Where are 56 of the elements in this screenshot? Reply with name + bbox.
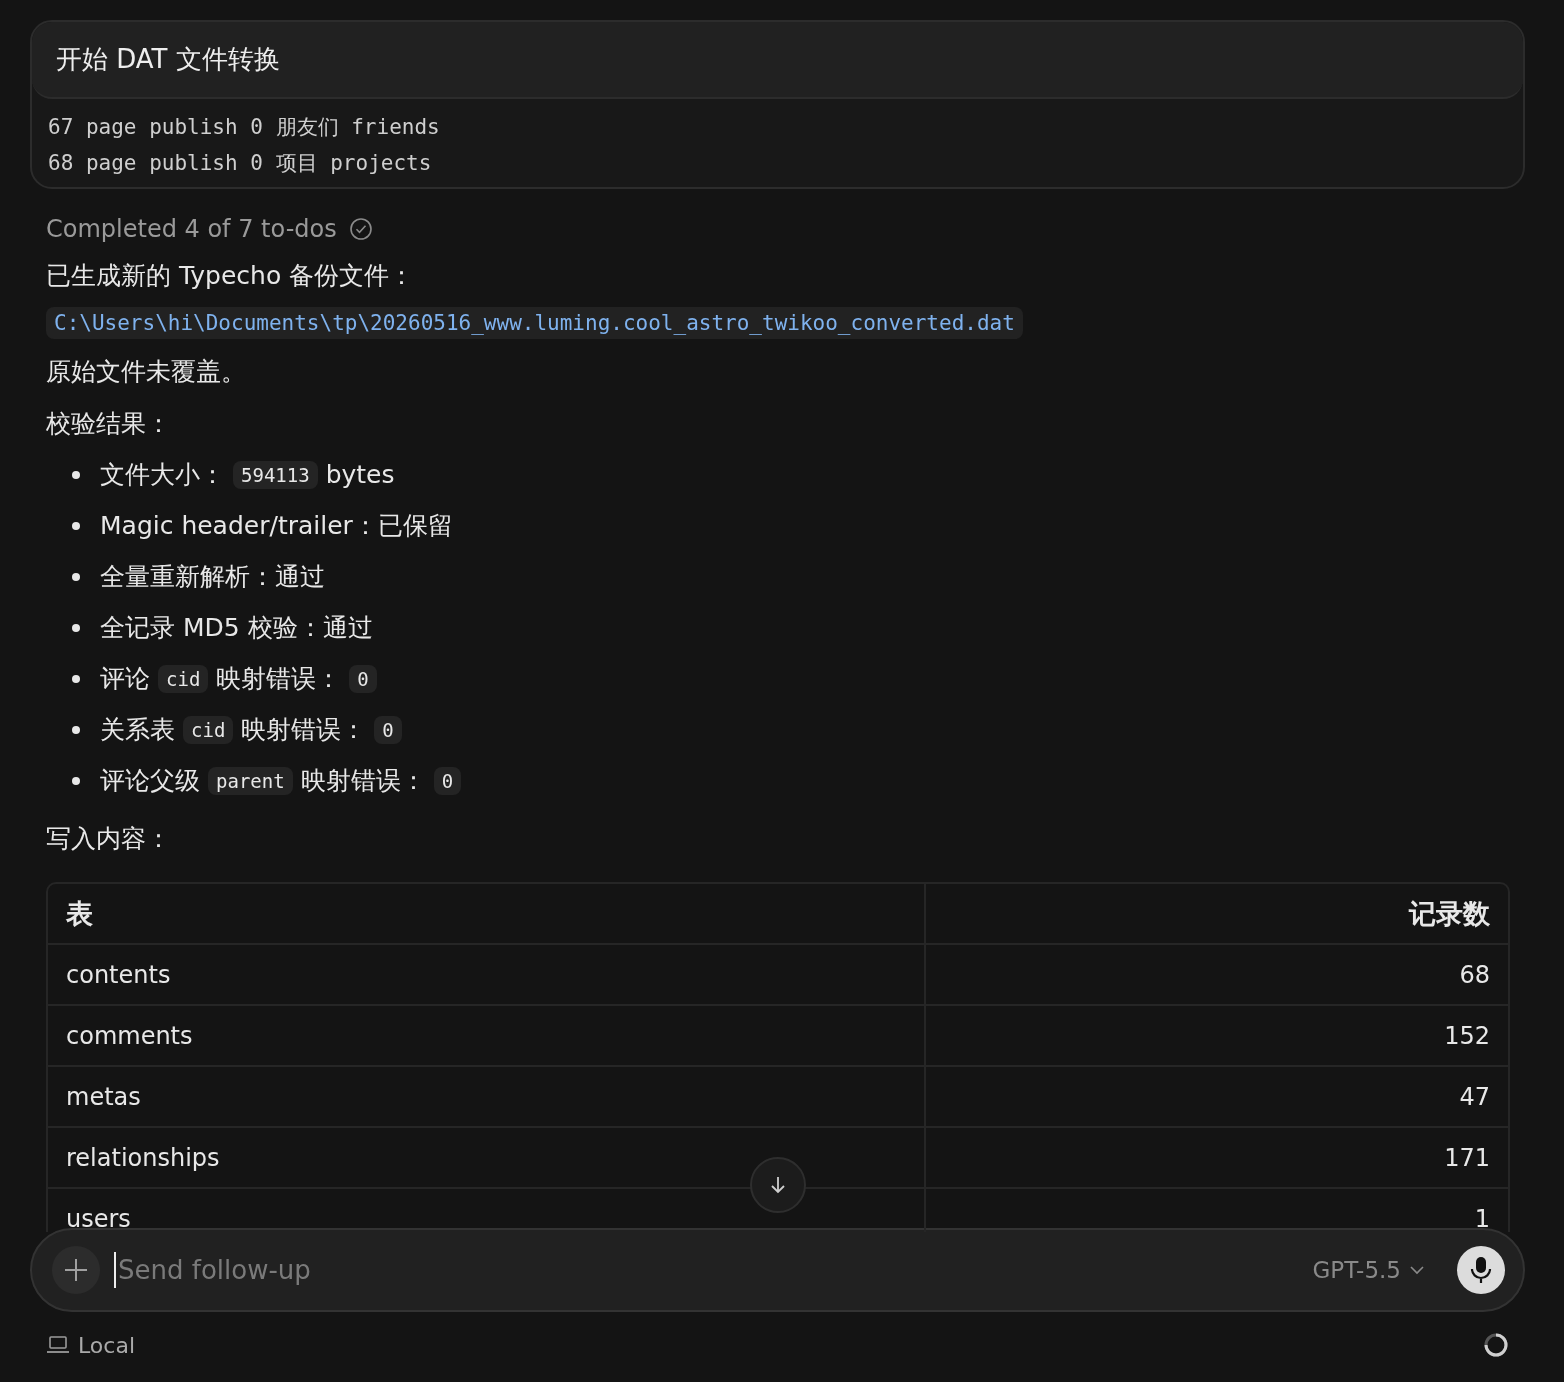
list-text: 关系表 [100, 714, 175, 746]
bullet-icon [72, 623, 80, 632]
column-header: 记录数 [1407, 896, 1491, 931]
table-cell: comments [48, 1006, 926, 1065]
inline-code: 0 [374, 715, 402, 744]
inline-code: cid [183, 715, 234, 744]
todo-status: Completed 4 of 7 to-dos [46, 215, 337, 243]
code-line: 67 page publish 0 朋友们 friends [48, 114, 441, 141]
chevron-down-icon [1409, 1265, 1425, 1275]
list-text: 评论父级 [100, 765, 200, 797]
column-header: 表 [48, 884, 926, 943]
plus-icon [63, 1257, 89, 1283]
section-heading: 校验结果： [46, 408, 172, 440]
microphone-icon [1469, 1255, 1493, 1285]
message-input[interactable]: Send follow-up [114, 1252, 1293, 1288]
bullet-icon [72, 674, 80, 683]
environment-label: Local [78, 1332, 136, 1358]
add-button[interactable] [52, 1246, 100, 1294]
bullet-icon [72, 521, 80, 530]
list-text: 全量重新解析：通过 [100, 561, 325, 593]
table-cell-text: 171 [1443, 1142, 1491, 1174]
list-text: Magic header/trailer：已保留 [100, 510, 453, 542]
list-text: 评论 [100, 663, 150, 695]
message-text: 已生成新的 Typecho 备份文件： [46, 260, 416, 292]
laptop-icon [46, 1335, 70, 1355]
bullet-icon [72, 470, 80, 479]
message-text: 原始文件未覆盖。 [46, 356, 247, 388]
table-cell-text: 68 [1458, 959, 1491, 991]
list-text: 映射错误： [241, 714, 367, 746]
list-text: 映射错误： [300, 765, 426, 797]
inline-code: parent [208, 766, 293, 795]
table-cell-text: 152 [1443, 1020, 1491, 1052]
inline-code: 594113 [233, 460, 318, 489]
bullet-icon [72, 725, 80, 734]
bullet-icon [72, 776, 80, 785]
list-text: bytes [325, 460, 395, 489]
inline-code: 0 [433, 766, 462, 795]
table-cell: metas [48, 1067, 926, 1126]
list-text: 映射错误： [216, 663, 342, 695]
message-composer[interactable]: Send follow-up GPT-5.5 [30, 1228, 1525, 1312]
section-heading: 写入内容： [46, 823, 172, 855]
check-circle-icon [348, 217, 373, 241]
bullet-icon [72, 572, 80, 581]
inline-code: 0 [349, 664, 377, 693]
code-line: 68 page publish 0 项目 projects [48, 150, 433, 177]
list-text: 全记录 MD5 校验：通过 [100, 612, 373, 644]
task-title: 开始 DAT 文件转换 [32, 22, 1523, 99]
microphone-button[interactable] [1457, 1246, 1505, 1294]
scroll-down-button[interactable] [750, 1157, 806, 1213]
inline-code: cid [158, 664, 209, 693]
table-cell-text: 47 [1458, 1081, 1491, 1113]
loading-spinner-icon [1483, 1332, 1509, 1358]
file-path: C:\Users\hi\Documents\tp\20260516_www.luming.cool_astro_twikoo_converted.dat [46, 307, 1023, 339]
list-text: 文件大小： [100, 459, 225, 491]
table-cell: contents [48, 945, 926, 1004]
model-selector[interactable]: GPT-5.5 [1306, 1256, 1431, 1284]
